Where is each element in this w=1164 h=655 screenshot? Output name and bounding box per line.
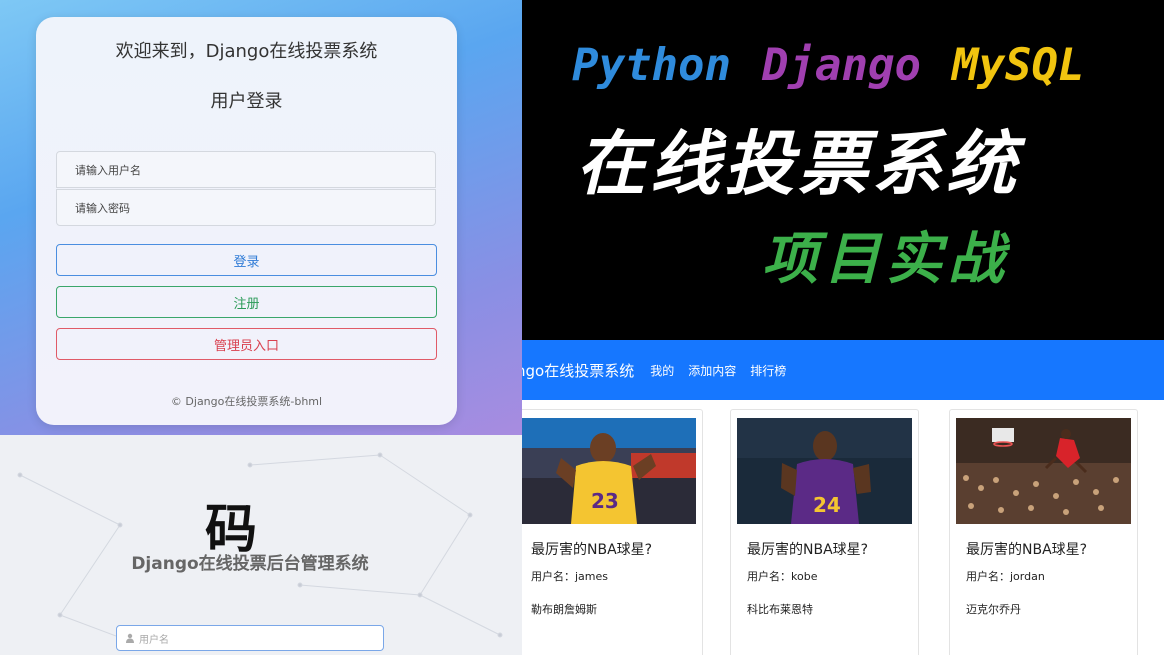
nav-link-add-content[interactable]: 添加内容 xyxy=(688,362,736,379)
admin-username-placeholder: 用户名 xyxy=(139,634,169,646)
card-title: 最厉害的NBA球星? xyxy=(747,542,869,558)
admin-title: Django在线投票后台管理系统 xyxy=(131,554,369,574)
card-title: 最厉害的NBA球星? xyxy=(966,542,1088,558)
login-footer: © Django在线投票系统-bhml xyxy=(170,395,323,408)
login-card: 欢迎来到，Django在线投票系统 用户登录 请输入用户名 请输入密码 登录 注… xyxy=(36,17,457,425)
login-button[interactable]: 登录 xyxy=(56,244,437,276)
card-username: 用户名：james xyxy=(531,570,609,583)
card-image: 23 xyxy=(522,418,696,524)
banner-tech-mysql: MySQL xyxy=(952,40,1085,91)
username-input[interactable]: 请输入用户名 xyxy=(56,151,436,188)
banner-tech-django: Django xyxy=(762,40,921,91)
svg-text:24: 24 xyxy=(813,493,841,517)
card-image xyxy=(956,418,1131,524)
card-description: 科比布莱恩特 xyxy=(747,603,813,616)
banner-subtitle: 项目实战 xyxy=(762,226,1010,292)
network-background xyxy=(17,452,503,648)
vote-card-list: 23 最厉害的NBA球星? 用户名：james 勒布朗詹姆斯 24 最厉害的NB… xyxy=(522,400,1164,655)
vote-card[interactable]: 最厉害的NBA球星? 用户名：jordan 迈克尔乔丹 xyxy=(949,409,1138,655)
register-button[interactable]: 注册 xyxy=(56,286,437,318)
vote-card[interactable]: 23 最厉害的NBA球星? 用户名：james 勒布朗詹姆斯 xyxy=(522,409,703,655)
user-icon xyxy=(126,633,134,643)
password-input[interactable]: 请输入密码 xyxy=(56,189,436,226)
navbar: ngo在线投票系统 我的 添加内容 排行榜 xyxy=(522,340,1164,400)
admin-entry-button[interactable]: 管理员入口 xyxy=(56,328,437,360)
login-panel: 欢迎来到，Django在线投票系统 用户登录 请输入用户名 请输入密码 登录 注… xyxy=(0,0,522,435)
card-description: 勒布朗詹姆斯 xyxy=(531,603,597,616)
banner-tech-python: Python xyxy=(572,40,731,91)
vote-card[interactable]: 24 最厉害的NBA球星? 用户名：kobe 科比布莱恩特 xyxy=(730,409,919,655)
svg-text:23: 23 xyxy=(591,489,619,513)
nav-link-mine[interactable]: 我的 xyxy=(650,362,674,379)
login-subtitle: 用户登录 xyxy=(210,91,283,112)
login-title: 欢迎来到，Django在线投票系统 xyxy=(115,41,378,62)
nav-brand[interactable]: ngo在线投票系统 xyxy=(522,360,634,381)
admin-logo: 码 xyxy=(205,499,258,560)
admin-login-panel: 码 Django在线投票后台管理系统 用户名 xyxy=(0,435,522,655)
banner-title: 在线投票系统 xyxy=(576,122,1020,205)
admin-username-input[interactable]: 用户名 xyxy=(116,625,384,651)
card-description: 迈克尔乔丹 xyxy=(966,603,1021,616)
card-username: 用户名：jordan xyxy=(966,570,1045,583)
nav-link-ranking[interactable]: 排行榜 xyxy=(750,362,786,379)
banner: Python Django MySQL 在线投票系统 项目实战 xyxy=(522,0,1164,340)
card-username: 用户名：kobe xyxy=(747,570,818,583)
card-image: 24 xyxy=(737,418,912,524)
card-title: 最厉害的NBA球星? xyxy=(531,542,653,558)
